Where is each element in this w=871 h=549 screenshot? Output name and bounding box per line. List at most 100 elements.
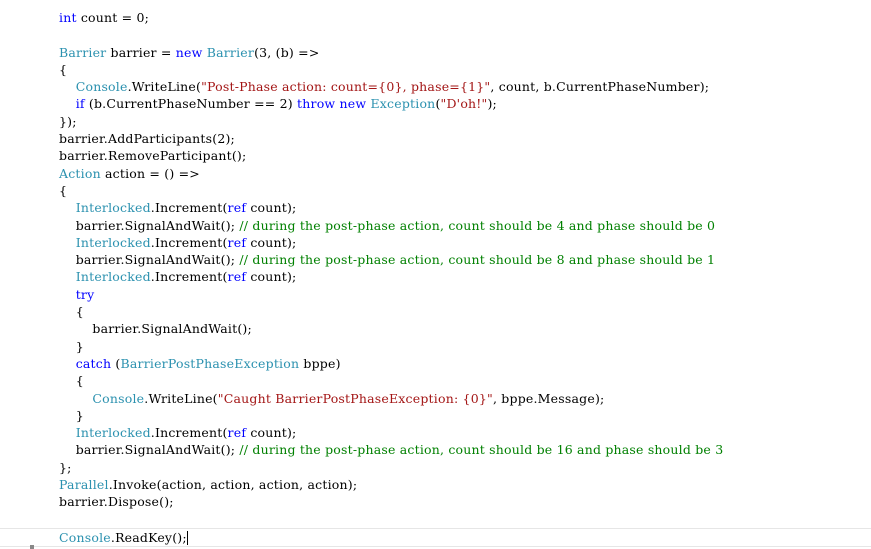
plain-token: } bbox=[59, 407, 84, 423]
keyword-token: throw bbox=[297, 96, 336, 112]
plain-token: count); bbox=[246, 425, 297, 441]
keyword-token: ref bbox=[227, 234, 247, 250]
plain-token: .WriteLine( bbox=[127, 79, 202, 95]
type-token: Console bbox=[92, 390, 145, 406]
string-token: "D'oh!" bbox=[440, 96, 488, 112]
type-token: Interlocked bbox=[75, 425, 151, 441]
code-line[interactable] bbox=[59, 26, 871, 43]
plain-token: (b.CurrentPhaseNumber == 2) bbox=[84, 96, 298, 112]
code-line[interactable]: Console.ReadKey(); bbox=[0, 527, 871, 548]
keyword-token: new bbox=[339, 96, 367, 112]
keyword-token: ref bbox=[227, 269, 247, 285]
string-token: "Caught BarrierPostPhaseException: {0}" bbox=[217, 390, 493, 406]
code-line[interactable]: barrier.AddParticipants(2); bbox=[59, 130, 871, 147]
plain-token: barrier.Dispose(); bbox=[59, 494, 174, 510]
code-line[interactable]: }); bbox=[59, 113, 871, 130]
string-token: "Post-Phase action: count={0}, phase={1}… bbox=[201, 79, 491, 95]
keyword-token: int bbox=[59, 10, 77, 25]
plain-token: } bbox=[59, 338, 84, 354]
code-line[interactable]: { bbox=[59, 372, 871, 389]
type-token: Console bbox=[75, 79, 128, 95]
plain-token: action = () => bbox=[100, 165, 200, 181]
code-line[interactable]: try bbox=[59, 286, 871, 303]
comment-token: // during the post-phase action, count s… bbox=[239, 252, 716, 268]
keyword-token: try bbox=[75, 286, 95, 302]
plain-token: { bbox=[59, 373, 84, 389]
code-line[interactable]: { bbox=[59, 303, 871, 320]
plain-token: .WriteLine( bbox=[144, 390, 218, 406]
plain-token: { bbox=[59, 304, 84, 320]
code-line[interactable]: { bbox=[59, 182, 871, 199]
type-token: Interlocked bbox=[75, 200, 151, 216]
type-token: Interlocked bbox=[75, 269, 151, 285]
type-token: Interlocked bbox=[75, 234, 151, 250]
plain-token: barrier.SignalAndWait(); bbox=[59, 321, 252, 337]
keyword-token: catch bbox=[75, 355, 112, 371]
type-token: Console bbox=[59, 529, 111, 545]
code-line[interactable]: Action action = () => bbox=[59, 165, 871, 182]
type-token: Exception bbox=[370, 96, 436, 112]
type-token: Parallel bbox=[59, 477, 109, 493]
code-line[interactable]: Interlocked.Increment(ref count); bbox=[59, 268, 871, 285]
plain-token: bppe) bbox=[299, 355, 341, 371]
plain-token: .ReadKey(); bbox=[110, 529, 187, 545]
code-line[interactable]: { bbox=[59, 61, 871, 78]
plain-token: barrier.SignalAndWait(); bbox=[59, 252, 240, 268]
code-line[interactable]: Interlocked.Increment(ref count); bbox=[59, 234, 871, 251]
code-line[interactable]: Console.WriteLine("Caught BarrierPostPha… bbox=[59, 390, 871, 407]
code-line[interactable]: }; bbox=[59, 459, 871, 476]
code-line[interactable]: catch (BarrierPostPhaseException bppe) bbox=[59, 355, 871, 372]
keyword-token: ref bbox=[227, 425, 247, 441]
code-text-area[interactable]: int count = 0; Barrier barrier = new Bar… bbox=[0, 9, 871, 548]
keyword-token: ref bbox=[227, 200, 247, 216]
plain-token: barrier = bbox=[106, 44, 176, 60]
plain-token: , bppe.Message); bbox=[492, 390, 605, 406]
code-line[interactable] bbox=[59, 511, 871, 528]
code-line[interactable]: Interlocked.Increment(ref count); bbox=[59, 199, 871, 216]
code-line[interactable]: Parallel.Invoke(action, action, action, … bbox=[59, 476, 871, 493]
plain-token: (3, (b) => bbox=[254, 44, 320, 60]
code-line[interactable]: barrier.SignalAndWait(); // during the p… bbox=[59, 251, 871, 268]
code-line[interactable]: } bbox=[59, 338, 871, 355]
type-token: Barrier bbox=[206, 44, 255, 60]
plain-token: count); bbox=[246, 269, 297, 285]
code-line[interactable]: int count = 0; bbox=[59, 9, 871, 26]
plain-token: { bbox=[59, 61, 68, 77]
keyword-token: new bbox=[175, 44, 203, 60]
code-line[interactable]: barrier.SignalAndWait(); bbox=[59, 320, 871, 337]
code-line[interactable]: Interlocked.Increment(ref count); bbox=[59, 424, 871, 441]
plain-token: count = 0; bbox=[76, 10, 150, 25]
plain-token: ( bbox=[111, 355, 121, 371]
plain-token: { bbox=[59, 182, 68, 198]
keyword-token: if bbox=[75, 96, 85, 112]
plain-token: barrier.RemoveParticipant(); bbox=[59, 148, 247, 164]
plain-token: barrier.SignalAndWait(); bbox=[59, 217, 240, 233]
plain-token: .Increment( bbox=[150, 269, 228, 285]
code-line[interactable]: barrier.SignalAndWait(); // during the p… bbox=[59, 441, 871, 458]
code-editor[interactable]: int count = 0; Barrier barrier = new Bar… bbox=[0, 0, 871, 549]
plain-token: , count, b.CurrentPhaseNumber); bbox=[490, 79, 710, 95]
code-line[interactable]: barrier.SignalAndWait(); // during the p… bbox=[59, 217, 871, 234]
type-token: Barrier bbox=[59, 44, 107, 60]
code-line[interactable]: Barrier barrier = new Barrier(3, (b) => bbox=[59, 44, 871, 61]
plain-token: .Increment( bbox=[150, 425, 228, 441]
plain-token: count); bbox=[246, 200, 297, 216]
plain-token: .Invoke(action, action, action, action); bbox=[108, 477, 358, 493]
text-caret bbox=[186, 531, 188, 546]
code-line[interactable]: Console.WriteLine("Post-Phase action: co… bbox=[59, 78, 871, 95]
code-line[interactable]: barrier.RemoveParticipant(); bbox=[59, 147, 871, 164]
code-line[interactable]: } bbox=[59, 407, 871, 424]
type-token: BarrierPostPhaseException bbox=[120, 355, 300, 371]
plain-token: count); bbox=[246, 234, 297, 250]
plain-token: ); bbox=[487, 96, 497, 112]
code-line[interactable]: if (b.CurrentPhaseNumber == 2) throw new… bbox=[59, 95, 871, 112]
code-line[interactable]: barrier.Dispose(); bbox=[59, 493, 871, 510]
